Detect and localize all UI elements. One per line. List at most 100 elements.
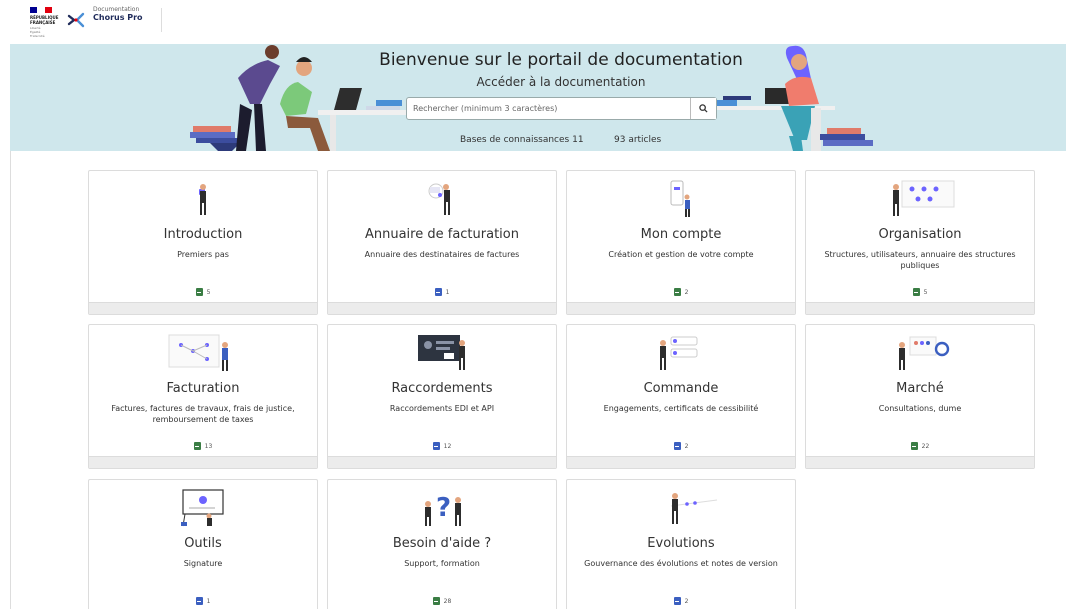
hero-subtitle: Accéder à la documentation <box>476 75 646 89</box>
knowledge-base-card[interactable]: Annuaire de facturation Annuaire des dest… <box>327 170 557 315</box>
svg-text:?: ? <box>436 493 451 523</box>
document-icon <box>673 442 681 450</box>
app-subtitle: Documentation <box>93 6 140 13</box>
hero-banner: Bienvenue sur le portail de documentatio… <box>10 44 1066 151</box>
document-icon <box>912 288 920 296</box>
card-footer <box>806 456 1034 468</box>
card-footer <box>89 302 317 314</box>
article-count-value: 5 <box>923 288 928 296</box>
article-count-value: 1 <box>445 288 450 296</box>
document-icon <box>434 288 442 296</box>
article-count: 13 <box>89 442 317 450</box>
article-count: 1 <box>328 288 556 296</box>
person-cards-icon <box>660 336 698 370</box>
search-bar <box>406 97 717 120</box>
person-question-icon: ? <box>425 493 461 526</box>
knowledge-base-card[interactable]: Organisation Structures, utilisateurs, an… <box>805 170 1035 315</box>
document-icon <box>910 442 918 450</box>
person-phone-icon <box>670 180 690 217</box>
person-chart-icon <box>899 336 950 370</box>
article-count: 5 <box>89 288 317 296</box>
article-count: 2 <box>567 597 795 605</box>
knowledge-base-card[interactable]: Outils Signature 1 <box>88 479 318 609</box>
article-count-value: 2 <box>684 288 689 296</box>
search-icon <box>699 104 708 113</box>
article-count-value: 2 <box>684 597 689 605</box>
person-reading-icon <box>199 184 206 215</box>
card-description: Création et gestion de votre compte <box>608 250 754 259</box>
card-title: Annuaire de facturation <box>364 227 519 242</box>
card-description: Gouvernance des évolutions et notes de v… <box>584 559 778 568</box>
article-count: 5 <box>806 288 1034 296</box>
card-title: Raccordements <box>391 381 493 396</box>
search-input[interactable] <box>407 98 691 119</box>
card-description: Structures, utilisateurs, annuaire des s… <box>824 250 1016 270</box>
republique-francaise-logo[interactable]: RÉPUBLIQUE FRANÇAISE Liberté Égalité Fra… <box>30 7 60 38</box>
document-icon <box>673 288 681 296</box>
hero-title: Bienvenue sur le portail de documentatio… <box>379 50 743 70</box>
article-count-value: 2 <box>684 442 689 450</box>
republic-motto: Liberté Égalité Fraternité <box>30 26 45 38</box>
flag-icon <box>30 7 52 13</box>
card-description: Support, formation <box>404 559 480 568</box>
document-icon <box>193 442 201 450</box>
card-description: Factures, factures de travaux, frais de … <box>111 404 295 424</box>
card-footer <box>567 456 795 468</box>
republic-label: RÉPUBLIQUE FRANÇAISE <box>30 15 59 25</box>
chorus-pro-logo-icon[interactable] <box>66 10 86 30</box>
search-button[interactable] <box>690 98 716 119</box>
article-count: 2 <box>567 288 795 296</box>
card-description: Consultations, dume <box>878 404 962 413</box>
article-count: 28 <box>328 597 556 605</box>
knowledge-base-card[interactable]: Mon compte Création et gestion de votre c… <box>566 170 796 315</box>
article-count-value: 28 <box>443 597 452 605</box>
card-title: Evolutions <box>647 536 715 551</box>
card-footer <box>89 456 317 468</box>
article-count: 22 <box>806 442 1034 450</box>
knowledge-base-card[interactable]: Raccordements Raccordements EDI et API 12 <box>327 324 557 469</box>
document-icon <box>195 288 203 296</box>
card-title: Organisation <box>878 227 962 242</box>
card-title: Introduction <box>163 227 243 242</box>
card-title: Commande <box>643 381 719 396</box>
knowledge-base-card[interactable]: Marché Consultations, dume 22 <box>805 324 1035 469</box>
knowledge-base-card[interactable]: Evolutions Gouvernance des évolutions et … <box>566 479 796 609</box>
article-count-value: 13 <box>204 442 213 450</box>
document-icon <box>432 597 440 605</box>
article-count: 12 <box>328 442 556 450</box>
card-title: Outils <box>184 536 222 551</box>
person-flowchart-icon <box>168 334 228 371</box>
knowledge-bases-count: Bases de connaissances 11 <box>460 135 584 145</box>
card-footer <box>567 302 795 314</box>
card-title: Facturation <box>166 381 240 396</box>
article-count-value: 5 <box>206 288 211 296</box>
article-count-value: 22 <box>921 442 930 450</box>
person-search-icon <box>428 183 450 215</box>
app-name: Chorus Pro <box>93 13 143 22</box>
article-count-value: 1 <box>206 597 211 605</box>
document-icon <box>432 442 440 450</box>
card-title: Mon compte <box>640 227 722 242</box>
knowledge-base-card[interactable]: ? Besoin d'aide ? Support, formation 28 <box>327 479 557 609</box>
person-board-icon <box>893 180 955 216</box>
knowledge-base-card[interactable]: Facturation Factures, factures de travaux… <box>88 324 318 469</box>
article-count: 1 <box>89 597 317 605</box>
person-whiteboard-icon <box>181 489 224 527</box>
card-description: Engagements, certificats de cessibilité <box>603 404 759 413</box>
knowledge-base-card[interactable]: Introduction Premiers pas 5 <box>88 170 318 315</box>
card-footer <box>328 456 556 468</box>
top-bar: RÉPUBLIQUE FRANÇAISE Liberté Égalité Fra… <box>0 0 1066 44</box>
left-border <box>10 151 11 609</box>
card-footer <box>806 302 1034 314</box>
card-description: Raccordements EDI et API <box>389 404 495 413</box>
document-icon <box>673 597 681 605</box>
app-brand[interactable]: Documentation Chorus Pro <box>93 6 143 22</box>
articles-count: 93 articles <box>614 135 662 145</box>
card-description: Signature <box>183 559 223 568</box>
person-screen-icon <box>418 335 465 370</box>
header-divider <box>161 8 162 32</box>
card-title: Marché <box>896 381 944 396</box>
knowledge-base-card[interactable]: Commande Engagements, certificats de cess… <box>566 324 796 469</box>
document-icon <box>195 597 203 605</box>
page: RÉPUBLIQUE FRANÇAISE Liberté Égalité Fra… <box>0 0 1066 609</box>
